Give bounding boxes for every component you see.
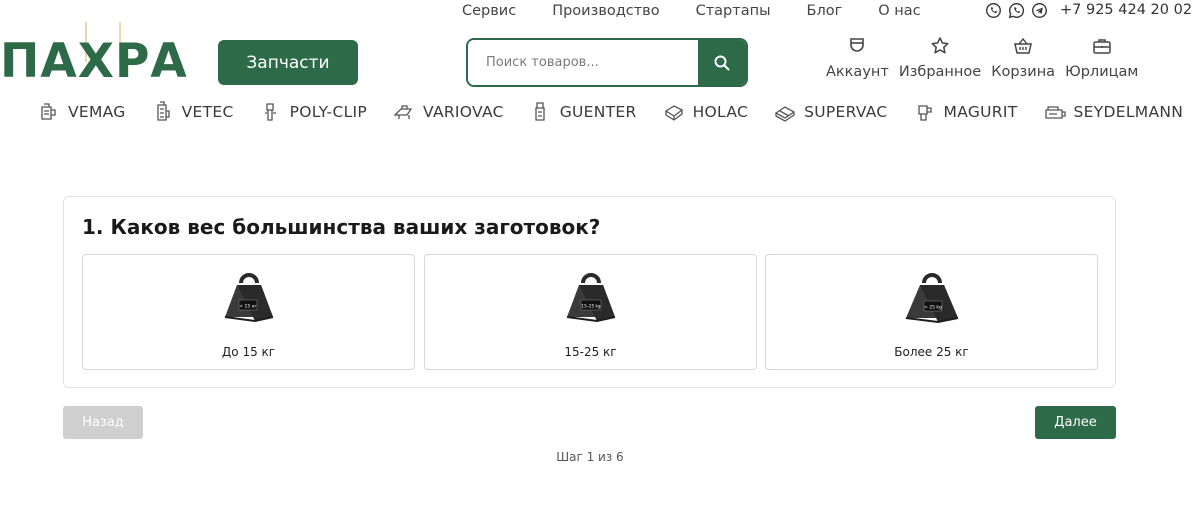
machine-icon: [156, 101, 170, 121]
weight-tag: < 15 кг: [239, 304, 257, 310]
brand-menu: VEMAG VETEC POLY-CLIP VARIOVAC GUENTER H…: [38, 98, 1200, 126]
kettlebell-icon: > 25 kg: [905, 273, 958, 324]
brand-label: MAGURIT: [943, 103, 1018, 121]
viber-icon[interactable]: [985, 2, 1002, 19]
phone-number[interactable]: +7 925 424 20 02: [1060, 2, 1192, 18]
back-button[interactable]: Назад: [63, 406, 143, 439]
quiz-card: 1. Каков вес большинства ваших заготовок…: [63, 196, 1116, 388]
machine-icon: [774, 106, 796, 122]
machine-icon: [917, 105, 932, 121]
weight-tag: > 25 kg: [924, 305, 942, 311]
nav-link-blog[interactable]: Блог: [807, 3, 843, 19]
search-button[interactable]: [698, 40, 746, 85]
top-nav: Сервис Производство Стартапы Блог О нас: [462, 2, 957, 20]
search-icon: [714, 55, 730, 70]
quiz-option-under-15[interactable]: < 15 кг До 15 кг: [82, 254, 415, 370]
logo-text: ПАХРА: [0, 34, 188, 89]
brand-label: SUPERVAC: [804, 103, 888, 121]
brand-item-holac[interactable]: HOLAC: [663, 101, 749, 123]
brand-label: HOLAC: [692, 103, 749, 121]
logo[interactable]: ПАХРА: [0, 22, 200, 89]
option-label: 15-25 кг: [564, 345, 617, 359]
brand-item-poly-clip[interactable]: POLY-CLIP: [260, 101, 367, 123]
option-label: До 15 кг: [221, 345, 276, 359]
parts-button[interactable]: Запчасти: [218, 40, 358, 85]
header-actions: Аккаунт Избранное Корзина Юрлицам: [826, 36, 1148, 80]
brand-item-vetec[interactable]: VETEC: [152, 101, 234, 123]
machine-icon: [41, 103, 56, 120]
account-icon: [850, 38, 865, 52]
nav-link-about[interactable]: О нас: [878, 3, 920, 19]
kettlebell-icon: 15–25 kg: [566, 273, 615, 323]
brand-item-vemag[interactable]: VEMAG: [38, 101, 126, 123]
brand-label: VEMAG: [68, 103, 126, 121]
nav-link-service[interactable]: Сервис: [462, 3, 516, 19]
brand-label: VARIOVAC: [423, 103, 504, 121]
account-label: Аккаунт: [826, 64, 889, 80]
brand-item-seydelmann[interactable]: SEYDELMANN: [1044, 101, 1184, 123]
business-label: Юрлицам: [1065, 64, 1139, 80]
basket-icon: [1014, 37, 1033, 54]
favorites-label: Избранное: [898, 64, 982, 80]
machine-icon: [1044, 106, 1066, 119]
search-input[interactable]: [468, 40, 698, 85]
brand-label: POLY-CLIP: [289, 103, 368, 121]
brand-item-variovac[interactable]: VARIOVAC: [393, 101, 504, 123]
brand-label: VETEC: [181, 103, 234, 121]
nav-link-production[interactable]: Производство: [552, 3, 659, 19]
account-link[interactable]: Аккаунт: [826, 36, 889, 80]
machine-icon: [264, 103, 276, 121]
step-indicator: Шаг 1 из 6: [556, 450, 624, 464]
briefcase-icon: [1092, 39, 1111, 54]
brand-label: GUENTER: [559, 103, 637, 121]
quiz-option-15-25[interactable]: 15–25 kg 15-25 кг: [424, 254, 757, 370]
nav-link-startups[interactable]: Стартапы: [696, 3, 771, 19]
business-link[interactable]: Юрлицам: [1065, 36, 1138, 80]
search-box: [466, 38, 748, 87]
brand-label: SEYDELMANN: [1073, 103, 1184, 121]
quiz-option-over-25[interactable]: > 25 kg Более 25 кг: [765, 254, 1098, 370]
favorites-link[interactable]: Избранное: [899, 36, 981, 80]
weight-tag: 15–25 kg: [581, 304, 601, 309]
brand-item-magurit[interactable]: MAGURIT: [914, 101, 1018, 123]
star-icon: [931, 37, 949, 54]
brand-item-supervac[interactable]: SUPERVAC: [774, 101, 887, 123]
option-label: Более 25 кг: [894, 345, 969, 359]
machine-icon: [393, 105, 413, 119]
brand-item-guenter[interactable]: GUENTER: [530, 101, 637, 123]
whatsapp-icon[interactable]: [1008, 2, 1025, 19]
cart-label: Корзина: [991, 64, 1056, 80]
machine-icon: [535, 102, 545, 121]
quiz-question: 1. Каков вес большинства ваших заготовок…: [82, 215, 601, 239]
cart-link[interactable]: Корзина: [991, 36, 1055, 80]
kettlebell-icon: < 15 кг: [224, 273, 273, 323]
machine-icon: [664, 105, 683, 121]
contacts: +7 925 424 20 02: [985, 0, 1192, 20]
telegram-icon[interactable]: [1031, 2, 1048, 19]
next-button[interactable]: Далее: [1035, 406, 1116, 439]
